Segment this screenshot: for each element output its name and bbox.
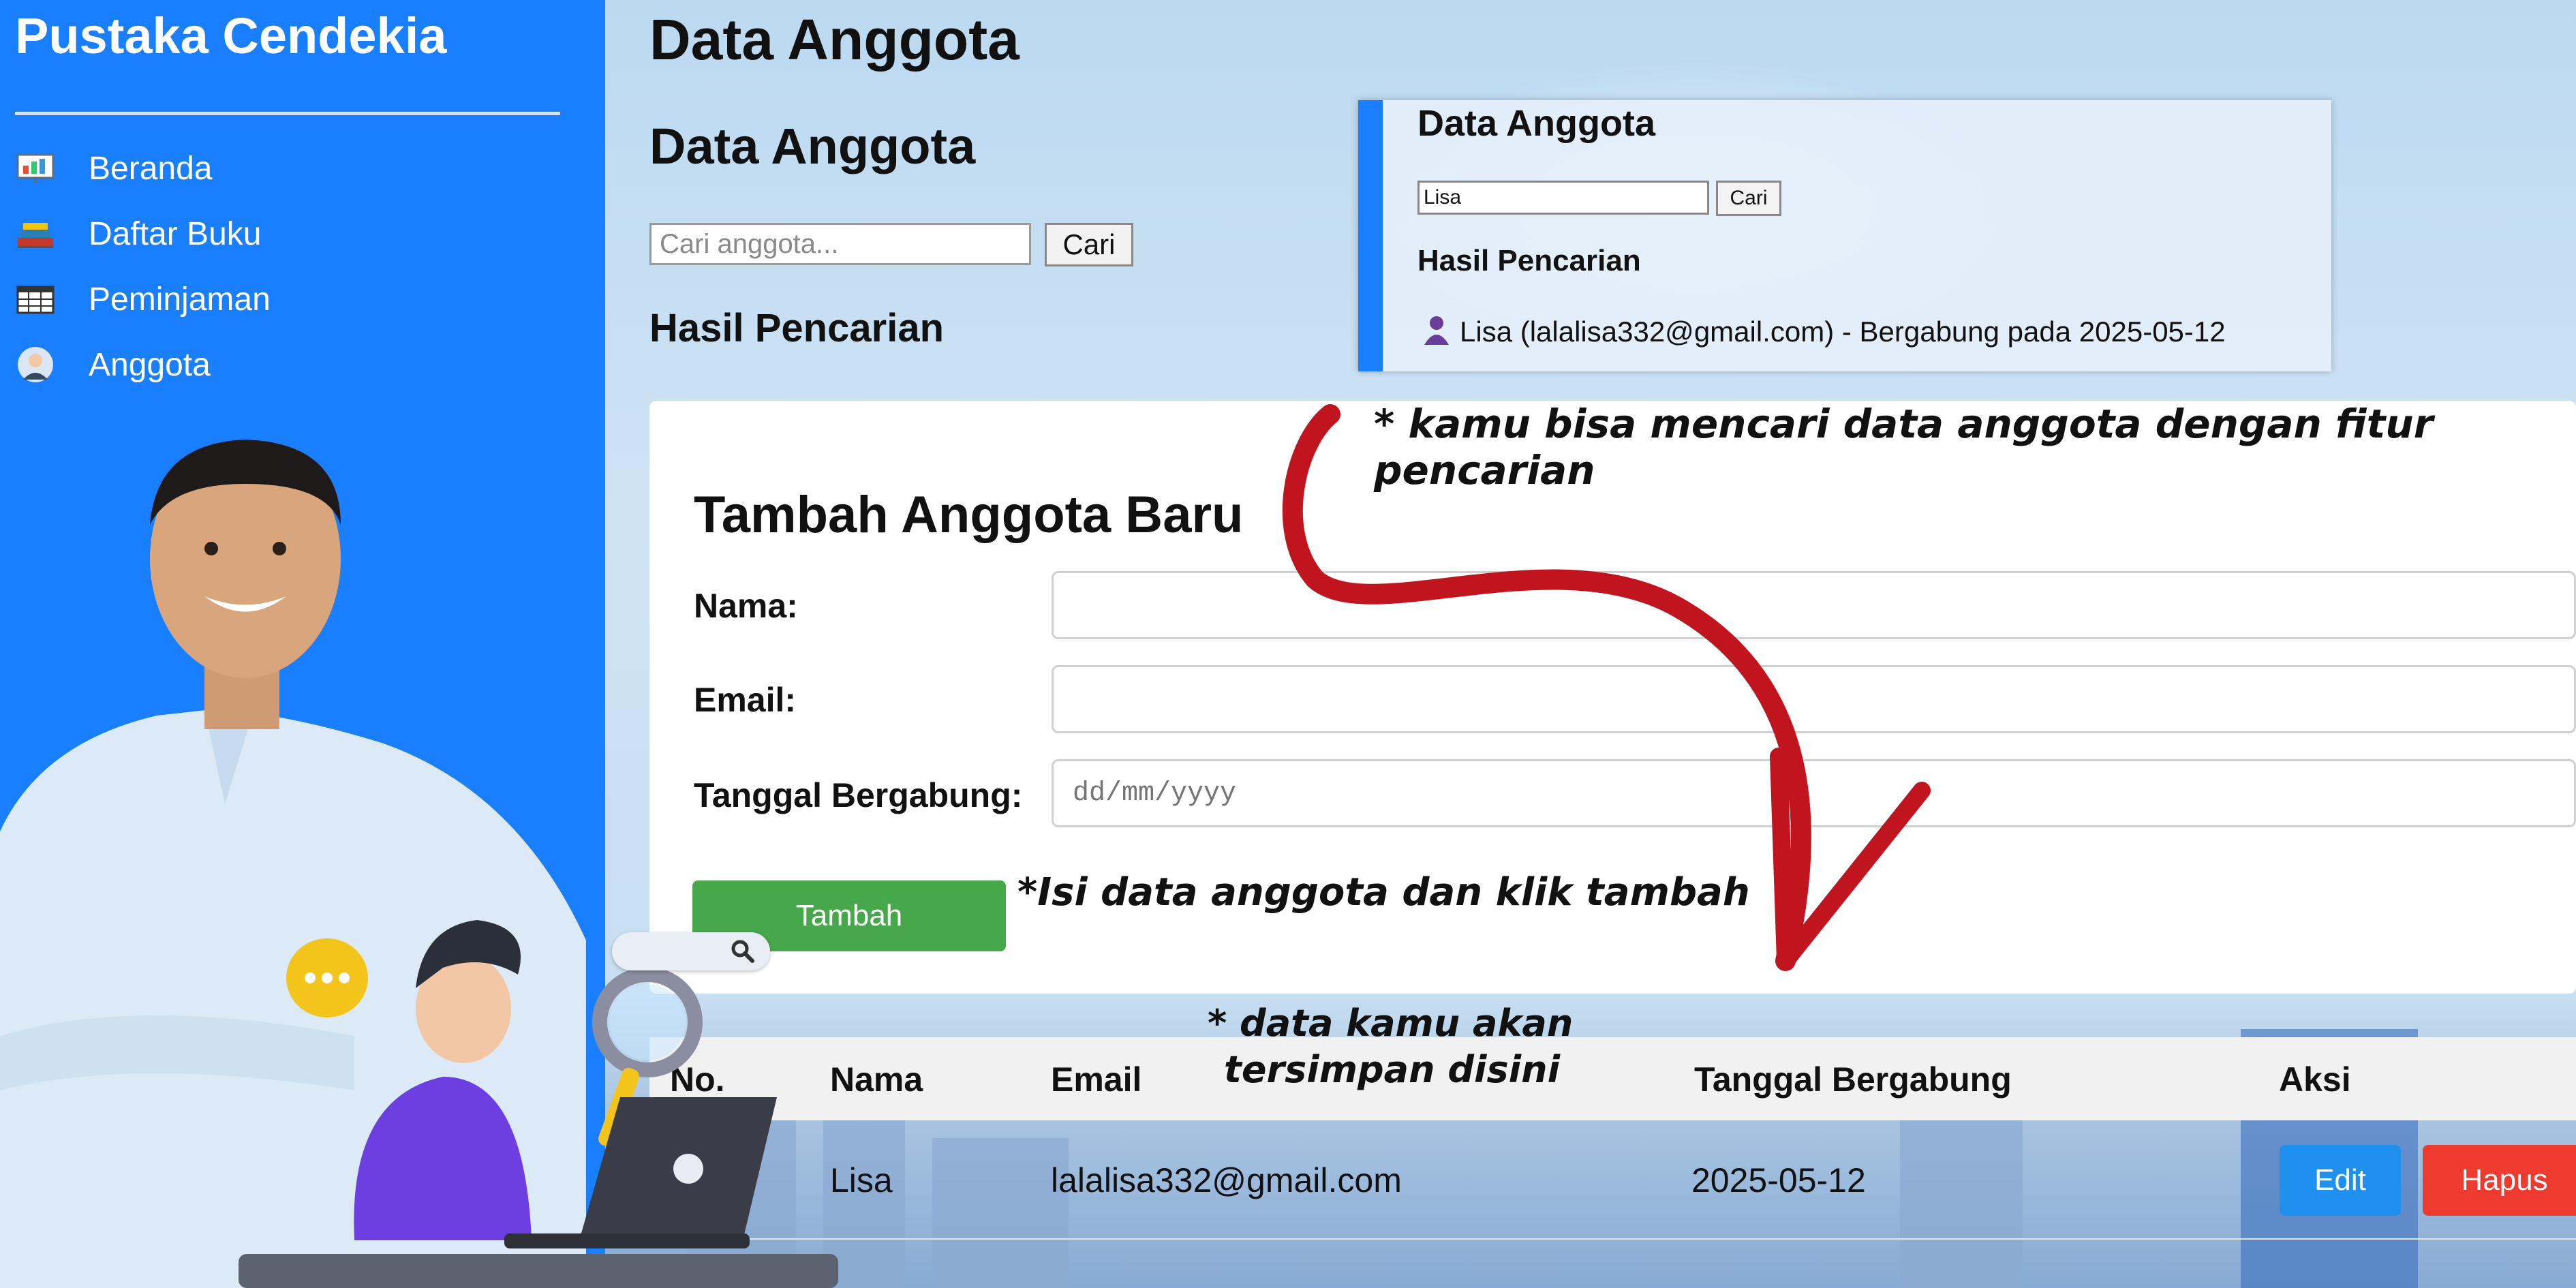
search-input[interactable] [649, 223, 1031, 265]
join-date-label: Tanggal Bergabung: [694, 776, 1023, 814]
delete-button[interactable]: Hapus [2423, 1145, 2576, 1216]
row-divider [649, 1238, 2576, 1240]
form-title: Tambah Anggota Baru [694, 486, 1244, 544]
email-label: Email: [694, 681, 797, 719]
sidebar-item-peminjaman[interactable]: Peminjaman [14, 275, 271, 323]
sidebar-item-label: Peminjaman [89, 281, 271, 318]
callout-search-button[interactable]: Cari [1716, 181, 1781, 216]
sidebar-item-label: Beranda [89, 150, 213, 187]
callout-result-item: Lisa (lalalisa332@gmail.com) - Bergabung… [1423, 315, 2226, 348]
table-note-line2: tersimpan disini [1224, 1048, 1561, 1091]
brand-title: Pustaka Cendekia [15, 7, 447, 64]
table-grid-icon [14, 282, 57, 316]
person-icon [1423, 315, 1450, 348]
user-avatar-icon [14, 347, 57, 382]
column-header-tanggal: Tanggal Bergabung [1694, 1060, 2012, 1099]
presentation-board-icon [14, 151, 57, 185]
callout-search-input[interactable] [1417, 181, 1709, 215]
name-label: Nama: [694, 587, 798, 625]
callout-results-title: Hasil Pencarian [1417, 244, 1641, 277]
results-title: Hasil Pencarian [649, 306, 944, 350]
column-header-aksi: Aksi [2279, 1060, 2351, 1099]
search-icon [729, 938, 756, 968]
sidebar-item-label: Anggota [89, 346, 211, 383]
sidebar-item-label: Daftar Buku [89, 215, 262, 252]
section-title: Data Anggota [649, 118, 976, 174]
column-header-email: Email [1051, 1060, 1142, 1099]
sidebar-item-daftar-buku[interactable]: Daftar Buku [14, 210, 261, 258]
callout-title: Data Anggota [1417, 103, 1655, 144]
table-cell-email: lalalisa332@gmail.com [1051, 1161, 1402, 1199]
sidebar-item-beranda[interactable]: Beranda [14, 144, 212, 192]
page-title: Data Anggota [649, 7, 1019, 72]
table-note-line1: * data kamu akan [1208, 1002, 1574, 1045]
books-icon [14, 217, 57, 251]
search-button[interactable]: Cari [1045, 223, 1133, 266]
mini-search-bar [612, 932, 770, 970]
sidebar-item-anggota[interactable]: Anggota [14, 341, 211, 388]
edit-button[interactable]: Edit [2280, 1145, 2401, 1216]
table-cell-tanggal: 2025-05-12 [1691, 1161, 1866, 1199]
sidebar-divider [15, 112, 560, 115]
curved-arrow-icon [1282, 404, 1931, 971]
callout-result-text: Lisa (lalalisa332@gmail.com) - Bergabung… [1460, 315, 2226, 348]
